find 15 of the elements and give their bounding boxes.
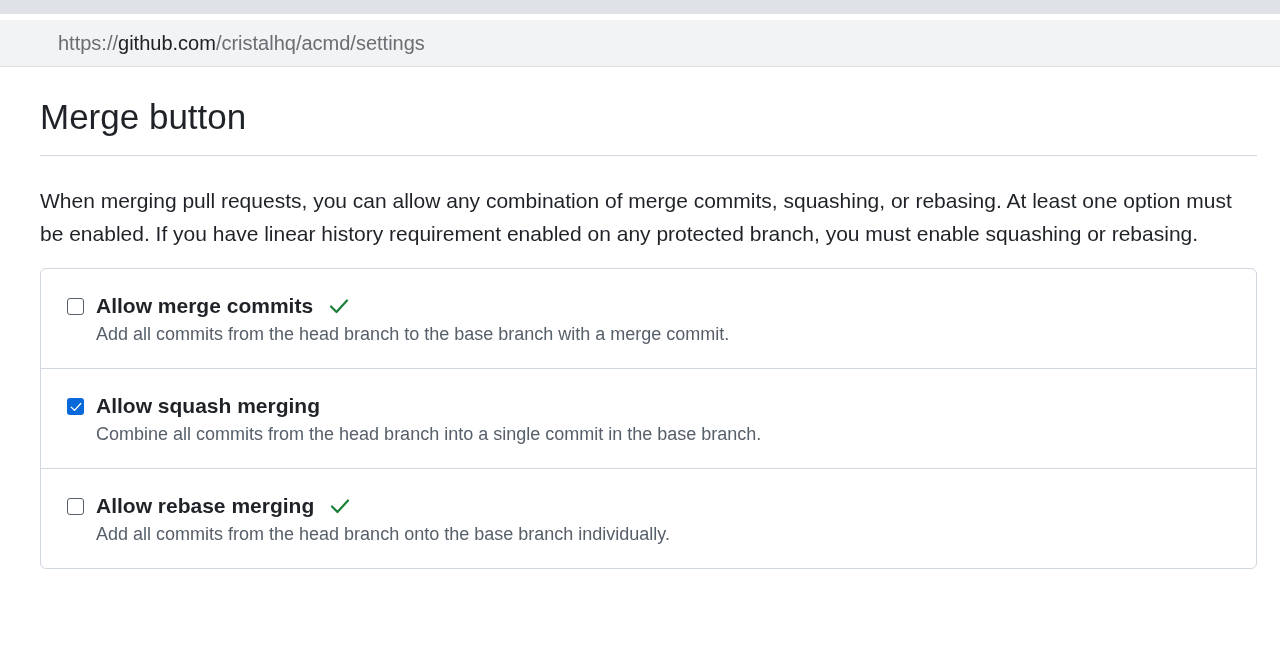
option-label: Allow squash merging: [96, 394, 321, 418]
check-icon: [330, 498, 351, 514]
url-text: https://github.com/cristalhq/acmd/settings: [58, 31, 425, 55]
option-label: Allow merge commits: [96, 294, 314, 318]
check-icon: [329, 298, 350, 314]
option-description: Add all commits from the head branch to the base branch with a merge commit.: [96, 324, 730, 345]
option-label: Allow rebase merging: [96, 494, 315, 518]
section-description: When merging pull requests, you can allow any combination of merge commits, squashing, or rebasing. At least one option must be enabled. If you have linear history requirement enabled on any protected branch, you must enable squashing or rebasing.: [40, 188, 1233, 247]
address-bar[interactable]: https://github.com/cristalhq/acmd/settings: [0, 20, 1280, 67]
checkbox[interactable]: [67, 398, 84, 415]
option-description: Combine all commits from the head branch into a single commit in the base branch.: [96, 424, 762, 445]
option-description: Add all commits from the head branch onto the base branch individually.: [96, 524, 670, 545]
checkbox[interactable]: [67, 498, 84, 515]
section-title: Merge button: [40, 97, 1257, 156]
checkbox[interactable]: [67, 298, 84, 315]
